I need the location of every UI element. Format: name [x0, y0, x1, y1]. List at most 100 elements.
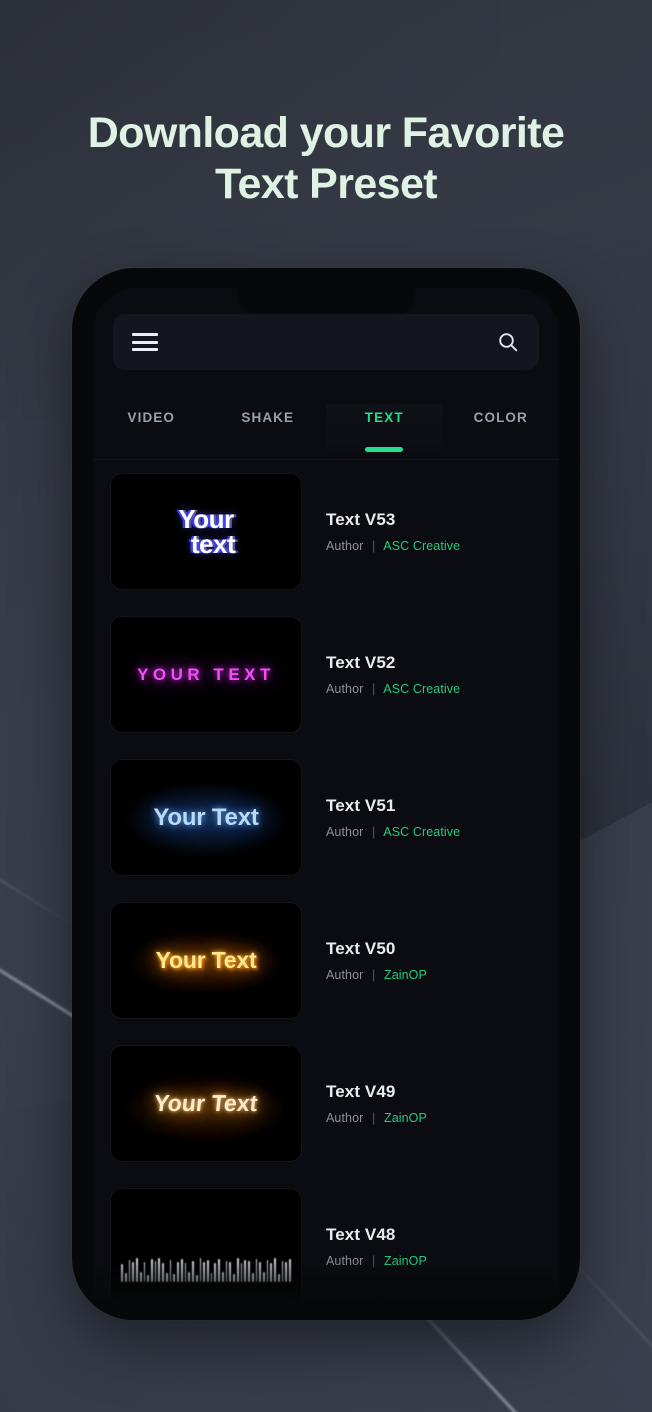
page-title: Download your Favorite Text Preset	[0, 108, 652, 209]
preset-meta: Text V51 Author | ASC Creative	[301, 796, 460, 839]
barcode-bar	[233, 1274, 235, 1282]
app-bar	[113, 314, 539, 370]
author-label: Author	[326, 1111, 364, 1125]
barcode-bar	[147, 1275, 149, 1282]
hamburger-line-2	[132, 340, 158, 344]
barcode-bar	[259, 1262, 262, 1282]
preset-thumbnail[interactable]: Your Text	[111, 903, 301, 1018]
thumbnail-barcode-bars	[121, 1256, 291, 1282]
barcode-bar	[277, 1274, 280, 1282]
thumbnail-text: YOUR TEXT	[137, 664, 275, 684]
preset-title: Text V51	[326, 796, 396, 815]
barcode-bar	[150, 1259, 153, 1282]
barcode-bar	[236, 1258, 239, 1282]
barcode-bar	[251, 1273, 254, 1282]
tab-video-label: VIDEO	[127, 410, 175, 425]
preset-thumbnail[interactable]: YOUR TEXT	[111, 617, 301, 732]
list-item[interactable]: Text V48 Author | ZainOP	[111, 1175, 541, 1318]
barcode-bar	[177, 1262, 179, 1282]
barcode-bar	[132, 1262, 135, 1282]
author-name[interactable]: ASC Creative	[383, 825, 460, 839]
barcode-bar	[274, 1258, 276, 1282]
preset-author-line: Author | ASC Creative	[326, 825, 460, 839]
list-item[interactable]: Your Text Text V50 Author | ZainOP	[111, 889, 541, 1032]
barcode-bar	[199, 1258, 202, 1282]
author-name[interactable]: ZainOP	[384, 1254, 427, 1268]
author-separator: |	[372, 1111, 376, 1125]
barcode-bar	[289, 1259, 291, 1282]
preset-title: Text V49	[326, 1082, 396, 1101]
preset-title: Text V53	[326, 510, 396, 529]
thumbnail-preview: Your text	[111, 474, 301, 589]
tab-shake[interactable]: SHAKE	[210, 404, 327, 460]
preset-meta: Text V48 Author | ZainOP	[301, 1225, 427, 1268]
barcode-bar	[248, 1261, 250, 1282]
barcode-bar	[169, 1260, 172, 1282]
preset-meta: Text V53 Author | ASC Creative	[301, 510, 460, 553]
phone-mockup: VIDEO SHAKE TEXT COLOR Your text Text V5…	[72, 268, 580, 1320]
barcode-bar	[203, 1262, 205, 1282]
thumbnail-text: Your Text	[152, 1090, 260, 1116]
preset-meta: Text V49 Author | ZainOP	[301, 1082, 427, 1125]
author-label: Author	[326, 825, 364, 839]
barcode-bar	[218, 1259, 220, 1282]
barcode-bar	[165, 1273, 168, 1282]
barcode-bar	[210, 1273, 213, 1282]
tab-text-label: TEXT	[364, 410, 404, 425]
barcode-bar	[136, 1258, 138, 1282]
barcode-bar	[229, 1262, 232, 1282]
tabs-divider	[93, 459, 559, 460]
tab-color[interactable]: COLOR	[443, 404, 560, 460]
author-name[interactable]: ZainOP	[384, 1111, 427, 1125]
tab-color-label: COLOR	[473, 410, 528, 425]
preset-thumbnail[interactable]	[111, 1189, 301, 1304]
barcode-bar	[266, 1260, 269, 1282]
barcode-bar	[143, 1262, 146, 1282]
preset-thumbnail[interactable]: Your text	[111, 474, 301, 589]
barcode-bar	[244, 1260, 247, 1282]
barcode-bar	[281, 1261, 284, 1282]
phone-screen: VIDEO SHAKE TEXT COLOR Your text Text V5…	[93, 288, 559, 1320]
preset-thumbnail[interactable]: Your Text	[111, 1046, 301, 1161]
barcode-bar	[195, 1275, 198, 1282]
preset-thumbnail[interactable]: Your Text	[111, 760, 301, 875]
author-separator: |	[372, 1254, 376, 1268]
author-name[interactable]: ASC Creative	[383, 682, 460, 696]
list-item[interactable]: Your text Text V53 Author | ASC Creative	[111, 460, 541, 603]
thumbnail-text-line-1: Your	[178, 503, 234, 534]
barcode-bar	[221, 1272, 224, 1282]
barcode-bar	[225, 1261, 228, 1282]
author-name[interactable]: ZainOP	[384, 968, 427, 982]
barcode-bar	[124, 1273, 127, 1282]
author-separator: |	[372, 968, 376, 982]
preset-list: Your text Text V53 Author | ASC Creative	[93, 460, 559, 1318]
page-title-line-2: Text Preset	[214, 159, 438, 208]
hamburger-menu-icon[interactable]	[132, 333, 158, 351]
preset-meta: Text V50 Author | ZainOP	[301, 939, 427, 982]
tab-video[interactable]: VIDEO	[93, 404, 210, 460]
category-tabs: VIDEO SHAKE TEXT COLOR	[93, 404, 559, 460]
author-label: Author	[326, 968, 364, 982]
tab-shake-label: SHAKE	[241, 410, 295, 425]
list-item[interactable]: Your Text Text V49 Author | ZainOP	[111, 1032, 541, 1175]
barcode-bar	[184, 1263, 187, 1282]
preset-meta: Text V52 Author | ASC Creative	[301, 653, 460, 696]
author-separator: |	[372, 539, 376, 553]
author-separator: |	[372, 682, 376, 696]
search-icon[interactable]	[496, 330, 520, 354]
tab-text[interactable]: TEXT	[326, 404, 443, 460]
barcode-bar	[128, 1260, 131, 1282]
page-title-line-1: Download your Favorite	[87, 109, 565, 157]
preset-author-line: Author | ASC Creative	[326, 682, 460, 696]
author-label: Author	[326, 682, 364, 696]
hamburger-line-3	[132, 348, 158, 351]
hamburger-line-1	[132, 333, 158, 336]
list-item[interactable]: YOUR TEXT Text V52 Author | ASC Creative	[111, 603, 541, 746]
list-item[interactable]: Your Text Text V51 Author | ASC Creative	[111, 746, 541, 889]
barcode-bar	[188, 1272, 191, 1282]
barcode-bar	[158, 1258, 161, 1282]
author-name[interactable]: ASC Creative	[383, 539, 460, 553]
barcode-bar	[154, 1261, 157, 1282]
barcode-bar	[270, 1263, 273, 1282]
thumbnail-preview: Your Text	[111, 903, 301, 1018]
